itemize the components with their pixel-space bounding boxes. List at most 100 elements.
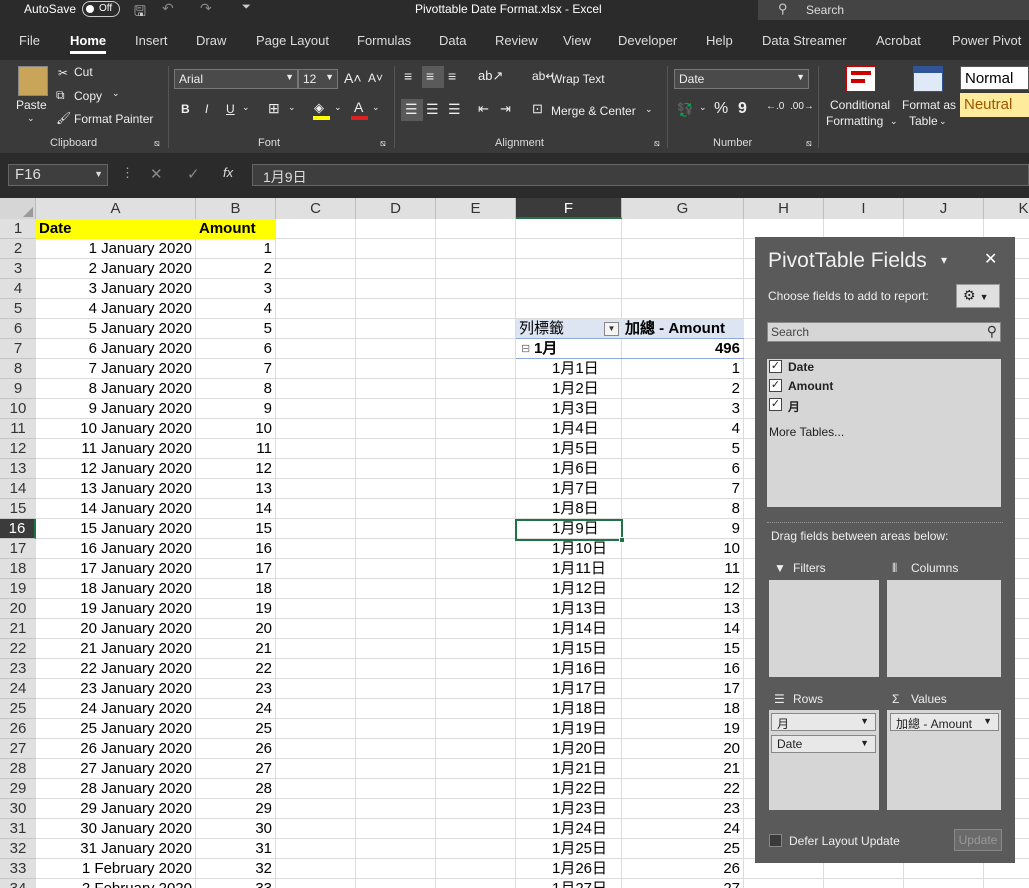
amount-cell[interactable]: 25 bbox=[196, 719, 276, 739]
row-header[interactable]: 7 bbox=[0, 339, 36, 359]
font-size-select[interactable]: 12 ▼ bbox=[298, 69, 338, 89]
amount-cell[interactable]: 28 bbox=[196, 779, 276, 799]
column-header-a[interactable]: A bbox=[36, 198, 196, 219]
date-cell[interactable]: 11 January 2020 bbox=[36, 439, 196, 459]
pivot-item-label[interactable]: 1月22日 bbox=[516, 779, 622, 799]
pivot-item-label[interactable]: 1月2日 bbox=[516, 379, 622, 399]
row-header[interactable]: 16 bbox=[0, 519, 36, 539]
pivot-item-value[interactable]: 23 bbox=[622, 799, 744, 819]
row-header[interactable]: 29 bbox=[0, 779, 36, 799]
amount-cell[interactable]: 27 bbox=[196, 759, 276, 779]
pivot-item-value[interactable]: 26 bbox=[622, 859, 744, 879]
number-launcher-icon[interactable]: ⧅ bbox=[806, 138, 812, 149]
pivot-item-label[interactable]: 1月10日 bbox=[516, 539, 622, 559]
collapse-icon[interactable]: ⊟ bbox=[521, 339, 530, 358]
pivot-item-label[interactable]: 1月6日 bbox=[516, 459, 622, 479]
pivot-item-value[interactable]: 19 bbox=[622, 719, 744, 739]
underline-dropdown-icon[interactable]: ⌄ bbox=[242, 102, 250, 113]
header-cell-date[interactable]: Date bbox=[36, 219, 196, 239]
orientation-icon[interactable]: ab↗ bbox=[478, 68, 503, 84]
field-checkbox-month[interactable]: ✓ bbox=[769, 398, 782, 411]
format-as-table-label-2[interactable]: Table bbox=[909, 114, 938, 128]
row-header[interactable]: 27 bbox=[0, 739, 36, 759]
date-cell[interactable]: 2 February 2020 bbox=[36, 879, 196, 888]
percent-style-icon[interactable]: % bbox=[714, 100, 728, 118]
row-header[interactable]: 17 bbox=[0, 539, 36, 559]
amount-cell[interactable]: 2 bbox=[196, 259, 276, 279]
date-cell[interactable]: 14 January 2020 bbox=[36, 499, 196, 519]
pivot-item-label[interactable]: 1月24日 bbox=[516, 819, 622, 839]
columns-area[interactable] bbox=[887, 580, 1001, 677]
pivot-item-value[interactable]: 1 bbox=[622, 359, 744, 379]
column-header-b[interactable]: B bbox=[196, 198, 276, 219]
alignment-launcher-icon[interactable]: ⧅ bbox=[654, 138, 660, 149]
pivot-item-label[interactable]: 1月4日 bbox=[516, 419, 622, 439]
date-cell[interactable]: 9 January 2020 bbox=[36, 399, 196, 419]
pivot-item-label[interactable]: 1月23日 bbox=[516, 799, 622, 819]
search-box[interactable]: ⚲ Search bbox=[758, 0, 1029, 20]
date-cell[interactable]: 23 January 2020 bbox=[36, 679, 196, 699]
pivot-item-value[interactable]: 22 bbox=[622, 779, 744, 799]
amount-cell[interactable]: 7 bbox=[196, 359, 276, 379]
pivot-item-value[interactable]: 3 bbox=[622, 399, 744, 419]
pivot-item-value[interactable]: 21 bbox=[622, 759, 744, 779]
field-checkbox-amount[interactable]: ✓ bbox=[769, 379, 782, 392]
amount-cell[interactable]: 15 bbox=[196, 519, 276, 539]
column-header-k[interactable]: K bbox=[984, 198, 1029, 219]
date-cell[interactable]: 26 January 2020 bbox=[36, 739, 196, 759]
column-header-f[interactable]: F bbox=[516, 198, 622, 219]
bold-button[interactable]: B bbox=[181, 102, 190, 116]
tab-developer[interactable]: Developer bbox=[618, 33, 677, 48]
fill-dropdown-icon[interactable]: ⌄ bbox=[334, 102, 342, 113]
column-header-d[interactable]: D bbox=[356, 198, 436, 219]
update-button[interactable]: Update bbox=[954, 829, 1002, 851]
row-header[interactable]: 31 bbox=[0, 819, 36, 839]
font-color-dropdown-icon[interactable]: ⌄ bbox=[372, 102, 380, 113]
row-header[interactable]: 4 bbox=[0, 279, 36, 299]
row-header[interactable]: 14 bbox=[0, 479, 36, 499]
merge-dropdown-icon[interactable]: ⌄ bbox=[645, 104, 653, 115]
amount-cell[interactable]: 1 bbox=[196, 239, 276, 259]
pivot-item-label[interactable]: 1月3日 bbox=[516, 399, 622, 419]
amount-cell[interactable]: 21 bbox=[196, 639, 276, 659]
fat-dropdown-icon[interactable]: ⌄ bbox=[939, 116, 947, 127]
pivot-item-value[interactable]: 27 bbox=[622, 879, 744, 888]
pivot-item-label[interactable]: 1月8日 bbox=[516, 499, 622, 519]
amount-cell[interactable]: 12 bbox=[196, 459, 276, 479]
fill-handle[interactable] bbox=[619, 537, 625, 543]
style-normal[interactable]: Normal bbox=[960, 66, 1029, 90]
tab-formulas[interactable]: Formulas bbox=[357, 33, 411, 48]
cancel-icon[interactable]: ✕ bbox=[150, 165, 163, 183]
row-header[interactable]: 19 bbox=[0, 579, 36, 599]
date-cell[interactable]: 6 January 2020 bbox=[36, 339, 196, 359]
amount-cell[interactable]: 4 bbox=[196, 299, 276, 319]
borders-icon[interactable]: ⊞ bbox=[268, 100, 280, 117]
date-cell[interactable]: 27 January 2020 bbox=[36, 759, 196, 779]
pivot-item-label[interactable]: 1月1日 bbox=[516, 359, 622, 379]
date-cell[interactable]: 31 January 2020 bbox=[36, 839, 196, 859]
amount-cell[interactable]: 6 bbox=[196, 339, 276, 359]
amount-cell[interactable]: 26 bbox=[196, 739, 276, 759]
pivot-item-label[interactable]: 1月18日 bbox=[516, 699, 622, 719]
field-search-input[interactable]: Search ⚲ bbox=[767, 322, 1001, 342]
pivot-item-value[interactable]: 6 bbox=[622, 459, 744, 479]
pivot-item-value[interactable]: 2 bbox=[622, 379, 744, 399]
amount-cell[interactable]: 23 bbox=[196, 679, 276, 699]
row-header[interactable]: 6 bbox=[0, 319, 36, 339]
tab-file[interactable]: File bbox=[19, 33, 40, 48]
enter-icon[interactable]: ✓ bbox=[187, 165, 200, 183]
accounting-dropdown-icon[interactable]: ⌄ bbox=[699, 102, 707, 113]
row-header[interactable]: 20 bbox=[0, 599, 36, 619]
amount-cell[interactable]: 17 bbox=[196, 559, 276, 579]
pivot-sum-header[interactable]: 加總 - Amount bbox=[622, 319, 744, 339]
tab-help[interactable]: Help bbox=[706, 33, 733, 48]
fill-color-icon[interactable]: ◈ bbox=[314, 100, 324, 116]
tab-data-streamer[interactable]: Data Streamer bbox=[762, 33, 847, 48]
style-neutral[interactable]: Neutral bbox=[960, 93, 1029, 117]
pivot-item-label[interactable]: 1月13日 bbox=[516, 599, 622, 619]
close-icon[interactable]: ✕ bbox=[984, 249, 997, 269]
amount-cell[interactable]: 13 bbox=[196, 479, 276, 499]
conditional-formatting-label-1[interactable]: Conditional bbox=[830, 98, 890, 112]
date-cell[interactable]: 17 January 2020 bbox=[36, 559, 196, 579]
name-box[interactable]: F16 ▼ bbox=[8, 164, 108, 186]
